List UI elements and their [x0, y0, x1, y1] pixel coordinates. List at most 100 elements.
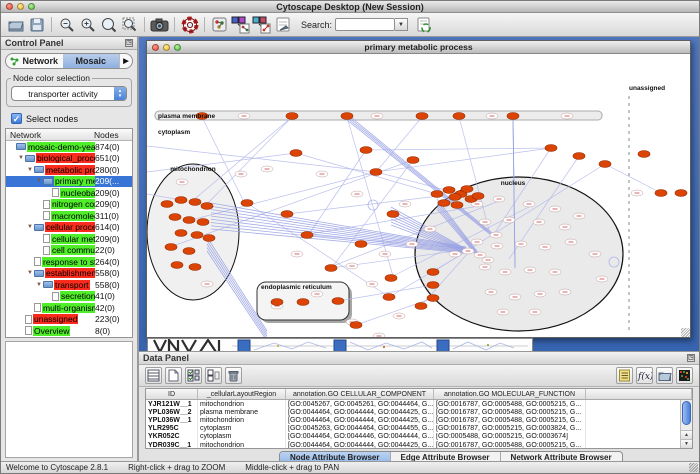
save-session-icon[interactable] [26, 14, 47, 35]
snapshot-icon[interactable] [149, 14, 170, 35]
table-cell[interactable]: [GO:0044464, GO:0044444, GO:0044425, G..… [286, 416, 434, 424]
search-options-dropdown[interactable]: ▼ [395, 18, 408, 31]
table-cell[interactable] [586, 425, 692, 433]
table-cell[interactable]: YKR052C [146, 433, 198, 441]
network-node[interactable] [431, 191, 443, 198]
edge-attribute-network-icon[interactable] [251, 14, 272, 35]
node-attribute-network-icon[interactable] [230, 14, 251, 35]
table-cell[interactable]: mitochondrion [198, 441, 286, 449]
table-scrollbar[interactable]: ▲ ▼ [680, 400, 692, 448]
tree-row[interactable]: secretion41(0) [6, 291, 132, 303]
table-cell[interactable]: mitochondrion [198, 416, 286, 424]
select-nodes-checkbox[interactable]: ✓ [11, 113, 22, 124]
network-node[interactable] [350, 322, 362, 329]
tree-row[interactable]: response to stimulu264(0) [6, 256, 132, 268]
unselect-attributes-icon[interactable] [205, 367, 222, 384]
network-edge[interactable] [376, 117, 422, 172]
overview-network-icon[interactable] [209, 14, 230, 35]
network-node[interactable] [290, 150, 302, 157]
scrollbar-thumb[interactable] [682, 401, 691, 425]
zoom-selected-icon[interactable] [119, 14, 140, 35]
tree-row[interactable]: unassigned223(0) [6, 314, 132, 326]
network-node[interactable] [175, 230, 187, 237]
table-cell[interactable]: [GO:0016787, GO:0005215, GO:0003824, G..… [434, 425, 586, 433]
disclosure-triangle-icon[interactable]: ▼ [26, 167, 34, 173]
scroll-down-button[interactable]: ▼ [681, 439, 692, 448]
new-attribute-icon[interactable] [165, 367, 182, 384]
network-node[interactable] [383, 294, 395, 301]
network-node[interactable] [325, 265, 337, 272]
help-icon[interactable] [179, 14, 200, 35]
network-node[interactable] [241, 200, 253, 207]
import-attributes-icon[interactable] [413, 14, 434, 35]
table-cell[interactable] [586, 408, 692, 416]
float-panel-icon[interactable]: ◳ [687, 354, 695, 362]
network-node[interactable] [370, 169, 382, 176]
tree-row[interactable]: Overview8(0) [6, 325, 132, 337]
open-network-icon[interactable] [5, 14, 26, 35]
column-header[interactable]: _cellularLayoutRegion [198, 389, 286, 399]
network-node[interactable] [416, 113, 428, 120]
frame-maximize-button[interactable] [174, 44, 181, 51]
network-edge[interactable] [366, 148, 551, 150]
network-node[interactable] [189, 199, 201, 206]
tree-row[interactable]: ▼cellular process614(0) [6, 222, 132, 234]
import-attribute-file-icon[interactable] [656, 367, 673, 384]
zoom-out-icon[interactable] [56, 14, 77, 35]
table-cell[interactable]: YLR295C [146, 425, 198, 433]
network-node[interactable] [387, 211, 399, 218]
network-node[interactable] [183, 217, 195, 224]
network-edge[interactable] [205, 117, 292, 206]
table-row[interactable]: YLR295Ccytoplasm[GO:0045263, GO:0044464,… [146, 425, 692, 433]
network-node[interactable] [355, 241, 367, 248]
network-node[interactable] [165, 244, 177, 251]
attribute-list-icon[interactable] [616, 367, 633, 384]
network-node[interactable] [297, 299, 309, 306]
select-attributes-icon[interactable] [185, 367, 202, 384]
network-node[interactable] [461, 186, 473, 193]
self-loop-edge[interactable] [368, 200, 378, 210]
attribute-table-icon[interactable] [145, 367, 162, 384]
table-row[interactable]: YPL036W__2plasma membrane[GO:0044464, GO… [146, 408, 692, 416]
network-node[interactable] [301, 232, 313, 239]
table-cell[interactable]: YPL036W__2 [146, 408, 198, 416]
network-node[interactable] [427, 282, 439, 289]
table-cell[interactable]: [GO:0045267, GO:0045261, GO:0044464, G..… [286, 400, 434, 408]
tree-row[interactable]: ▼establishment of lo558(0) [6, 268, 132, 280]
network-node[interactable] [175, 197, 187, 204]
table-cell[interactable]: [GO:0016787, GO:0005488, GO:0005215, G..… [434, 400, 586, 408]
window-resize-grip[interactable] [689, 463, 698, 472]
table-cell[interactable]: plasma membrane [198, 408, 286, 416]
network-node[interactable] [638, 151, 650, 158]
network-node[interactable] [545, 145, 557, 152]
scroll-up-button[interactable]: ▲ [681, 430, 692, 439]
table-row[interactable]: YJR121W__1mitochondrion[GO:0045267, GO:0… [146, 400, 692, 408]
tree-row[interactable]: cell communicat22(0) [6, 245, 132, 257]
network-node[interactable] [573, 153, 585, 160]
network-edge[interactable] [191, 117, 292, 202]
tree-column-nodes[interactable]: Nodes [94, 130, 132, 140]
table-row[interactable]: YKR052Ccytoplasm[GO:0044464, GO:0044446,… [146, 433, 692, 441]
frame-minimize-button[interactable] [163, 44, 170, 51]
network-node[interactable] [197, 219, 209, 226]
network-node[interactable] [332, 298, 344, 305]
frame-resize-grip[interactable] [681, 328, 690, 337]
table-cell[interactable] [586, 441, 692, 449]
network-node[interactable] [507, 113, 519, 120]
network-node[interactable] [449, 194, 461, 201]
delete-attribute-icon[interactable] [225, 367, 242, 384]
table-cell[interactable]: YJR121W__1 [146, 400, 198, 408]
table-cell[interactable]: YPL036W__1 [146, 416, 198, 424]
network-node[interactable] [360, 147, 372, 154]
network-node[interactable] [281, 211, 293, 218]
tab-mosaic[interactable]: Mosaic [63, 54, 120, 68]
more-tabs-arrow[interactable]: ▶ [119, 54, 132, 68]
tree-column-network[interactable]: Network [6, 130, 94, 140]
table-cell[interactable]: cytoplasm [198, 425, 286, 433]
float-panel-icon[interactable]: ◳ [125, 39, 133, 47]
table-cell[interactable]: [GO:0016787, GO:0005488, GO:0005215, G..… [434, 416, 586, 424]
network-node[interactable] [191, 232, 203, 239]
table-cell[interactable]: [GO:0005488, GO:0005215, GO:0003674] [434, 433, 586, 441]
network-node[interactable] [451, 202, 463, 209]
zoom-in-icon[interactable] [77, 14, 98, 35]
